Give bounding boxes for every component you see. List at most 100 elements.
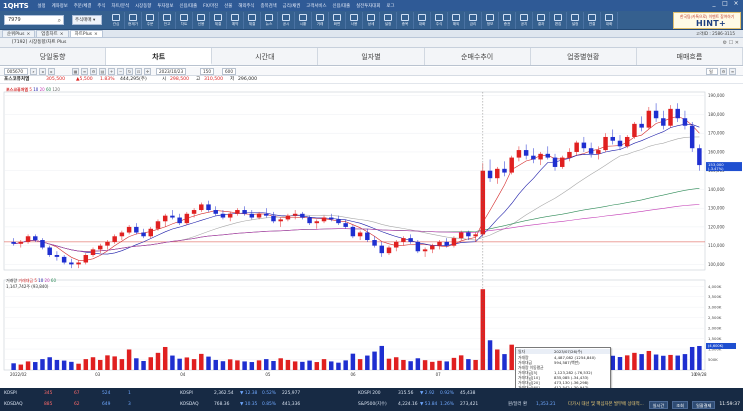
toolbar-button[interactable]: 설정 <box>567 12 584 29</box>
toolbar-button[interactable]: 체결 <box>244 12 261 29</box>
setting-icon[interactable]: ⚙ <box>90 68 97 75</box>
toolbar-button[interactable]: 결과 <box>533 12 550 29</box>
menu-item[interactable]: 투자정보 <box>154 3 176 9</box>
volume-bar <box>617 357 623 370</box>
maximize-icon[interactable]: □ <box>722 1 728 7</box>
menu-item[interactable]: 차트/분석 <box>109 3 133 9</box>
toolbar-button[interactable]: 주문 <box>142 12 159 29</box>
stock-search-input[interactable]: 7979 ⌕ <box>4 15 64 25</box>
tab-daily[interactable]: 일자별 <box>318 48 425 65</box>
close-icon[interactable]: × <box>60 32 64 37</box>
close-icon[interactable]: × <box>94 32 98 37</box>
crosshair-icon[interactable]: ✛ <box>144 68 151 75</box>
menu-item[interactable]: 시장동향 <box>132 3 154 9</box>
price-chart-area[interactable]: 190,000180,000170,000160,000150,000140,0… <box>0 84 743 387</box>
menu-item[interactable]: 설정 <box>35 3 49 9</box>
menu-item[interactable]: 선물 <box>221 3 235 9</box>
calendar-icon[interactable]: ▦ <box>72 68 79 75</box>
menu-item[interactable]: 종목검색 <box>257 3 279 9</box>
toolbar-button[interactable]: 설정 <box>380 12 397 29</box>
tab-time-period[interactable]: 시간대 <box>212 48 319 65</box>
inquiry-button[interactable]: 조회 <box>672 400 688 409</box>
period-field[interactable]: 600 <box>222 68 236 75</box>
toolbar-button[interactable]: 현재가 <box>125 12 142 29</box>
doc-tab-chart-plus[interactable]: 차트Plus × <box>69 30 103 37</box>
toolbar-button[interactable]: 연결 <box>584 12 601 29</box>
toolbar-button[interactable]: 증권 <box>499 12 516 29</box>
menu-item[interactable]: 신용/대출 <box>176 3 200 9</box>
tab-daily-trend[interactable]: 당일동향 <box>0 48 107 65</box>
count-field[interactable]: 150 <box>200 68 214 75</box>
toolbar-button[interactable]: 시황 <box>295 12 312 29</box>
toolbar-button[interactable]: 사용 <box>346 12 363 29</box>
menu-item[interactable]: 금리/채권 <box>280 3 304 9</box>
toolbar-button[interactable]: 차트 <box>176 12 193 29</box>
menu-item[interactable]: 계좌정보 <box>49 3 71 9</box>
search-icon[interactable]: ⌕ <box>58 16 61 25</box>
toolbar-button[interactable]: 잔고 <box>159 12 176 29</box>
toolbar-button[interactable]: 해외 <box>448 12 465 29</box>
toolbar-button[interactable]: 상세 <box>363 12 380 29</box>
volume-bar <box>639 354 644 370</box>
refresh-icon[interactable]: ↻ <box>126 68 133 75</box>
realtime-button[interactable]: 실시간 <box>648 400 669 409</box>
chart-menu-icon[interactable]: ≡ <box>729 68 736 75</box>
zoom-in-icon[interactable]: + <box>108 68 115 75</box>
toolbar-button[interactable]: 편집 <box>550 12 567 29</box>
menu-item[interactable]: 고객서비스 <box>303 3 329 9</box>
date-field[interactable]: 2023/10/23 <box>156 68 186 75</box>
toolbar-button[interactable]: 대화 <box>414 12 431 29</box>
toolbar-button[interactable]: 뉴스 <box>261 12 278 29</box>
window-menu-icon[interactable]: ⚙ ☐ ✕ <box>723 38 739 48</box>
candlestick-chart[interactable]: 190,000180,000170,000160,000150,000140,0… <box>0 84 743 387</box>
period-icon[interactable]: ⊡ <box>135 68 142 75</box>
menu-item[interactable]: FX/마진 <box>200 3 221 9</box>
order-type-select[interactable]: 주식매매 ▾ <box>72 15 102 25</box>
legend-vma60: 60 <box>50 278 57 283</box>
close-icon[interactable]: × <box>26 32 30 37</box>
toolbar-button[interactable]: 관심 <box>108 12 125 29</box>
tab-net-buy-trend[interactable]: 순매수추이 <box>425 48 531 65</box>
stock-code-field[interactable]: 005670 <box>4 68 28 75</box>
toolbar-label: 종목 <box>401 22 409 26</box>
list-icon[interactable]: ≡ <box>81 68 88 75</box>
menu-item[interactable]: 해외주식 <box>235 3 257 9</box>
candle-body <box>11 241 16 244</box>
doc-tab-sector-chart[interactable]: 업종차트 × <box>36 30 69 37</box>
tab-chart[interactable]: 차트 <box>106 48 213 65</box>
menu-item[interactable]: 주식 <box>94 3 108 9</box>
kosdaq-up-count: 885 <box>44 402 53 407</box>
doc-tab-ranking[interactable]: 순위Plus × <box>2 30 36 37</box>
tab-trade-flow[interactable]: 매매흐름 <box>637 48 743 65</box>
zoom-out-icon[interactable]: − <box>117 68 124 75</box>
toolbar-button[interactable]: 대화 <box>601 12 618 29</box>
tab-sector-status[interactable]: 업종별현황 <box>531 48 637 65</box>
menu-item[interactable]: 주문/체결 <box>71 3 95 9</box>
toolbar-button[interactable]: 체결 <box>210 12 227 29</box>
toolbar-button[interactable]: 주식 <box>431 12 448 29</box>
toolbar-button[interactable]: 금리 <box>465 12 482 29</box>
chart-settings-icon[interactable]: ⚙ <box>720 68 727 75</box>
menu-item[interactable]: 로그 <box>383 3 397 9</box>
minimize-icon[interactable]: _ <box>711 1 717 7</box>
menu-item[interactable]: 신용/대출 <box>330 3 354 9</box>
interval-select[interactable]: 일 <box>706 68 718 75</box>
toolbar-button[interactable]: 정보 <box>482 12 499 29</box>
toolbar-button[interactable]: 공지 <box>516 12 533 29</box>
toolbar-button[interactable]: 신용 <box>193 12 210 29</box>
batch-settle-button[interactable]: 일괄결제 <box>691 400 716 409</box>
prev-icon[interactable]: ◂ <box>39 68 46 75</box>
toolbar-button[interactable]: 거래 <box>312 12 329 29</box>
menu-item[interactable]: 실전투자대회 <box>353 3 383 9</box>
toolbar-button[interactable]: 예약 <box>227 12 244 29</box>
news-ticker[interactable]: 다가시 대선 및 핵심자본 발부에 상대적... <box>568 399 644 410</box>
toolbar-button[interactable]: 공시 <box>278 12 295 29</box>
search-icon[interactable]: ⌕ <box>30 68 37 75</box>
toolbar-icon <box>231 14 239 21</box>
close-icon[interactable]: × <box>733 1 739 7</box>
hint-plus-ad-banner[interactable]: 한국팀(카톡으로) 이벤트 참여하기 HINT+ <box>673 12 741 29</box>
next-icon[interactable]: ▸ <box>48 68 55 75</box>
grid-icon[interactable]: ▤ <box>99 68 106 75</box>
toolbar-button[interactable]: 화면 <box>329 12 346 29</box>
toolbar-button[interactable]: 종목 <box>397 12 414 29</box>
